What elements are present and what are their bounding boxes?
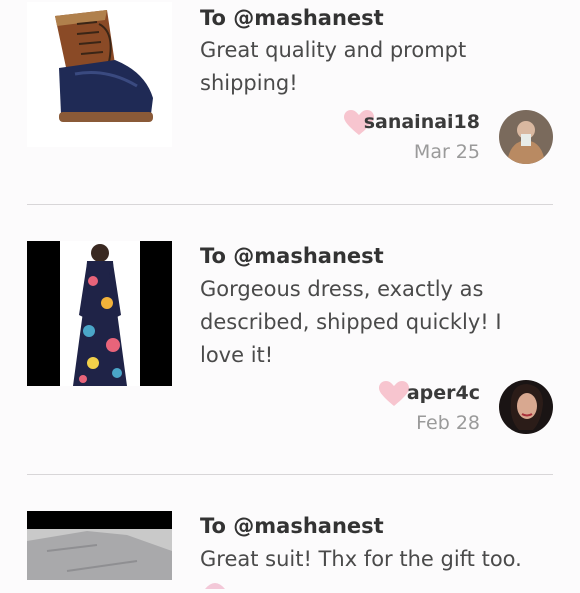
review-recipient[interactable]: To @mashanest: [200, 6, 384, 30]
review-recipient[interactable]: To @mashanest: [200, 514, 384, 538]
product-image-boot[interactable]: [27, 2, 172, 147]
review-comment: Great suit! Thx for the gift too.: [200, 547, 522, 571]
product-image-suit[interactable]: [27, 511, 172, 580]
reviewer-username[interactable]: aper4c: [407, 382, 480, 404]
emoji-icon: [204, 574, 226, 593]
review-comment: Gorgeous dress, exactly as described, sh…: [200, 277, 502, 367]
user-avatar[interactable]: [499, 380, 553, 434]
user-avatar[interactable]: [499, 110, 553, 164]
reviewer-username[interactable]: sanainai18: [364, 111, 480, 133]
review-item: To @mashanest Great quality and prompt s…: [0, 0, 580, 205]
divider: [27, 204, 553, 205]
heart-icon: [379, 381, 409, 411]
divider: [27, 474, 553, 475]
review-date: Mar 25: [413, 141, 480, 163]
product-image-dress[interactable]: [27, 241, 172, 386]
review-comment: Great quality and prompt shipping!: [200, 38, 467, 95]
review-recipient[interactable]: To @mashanest: [200, 244, 384, 268]
review-date: Feb 28: [416, 412, 480, 434]
